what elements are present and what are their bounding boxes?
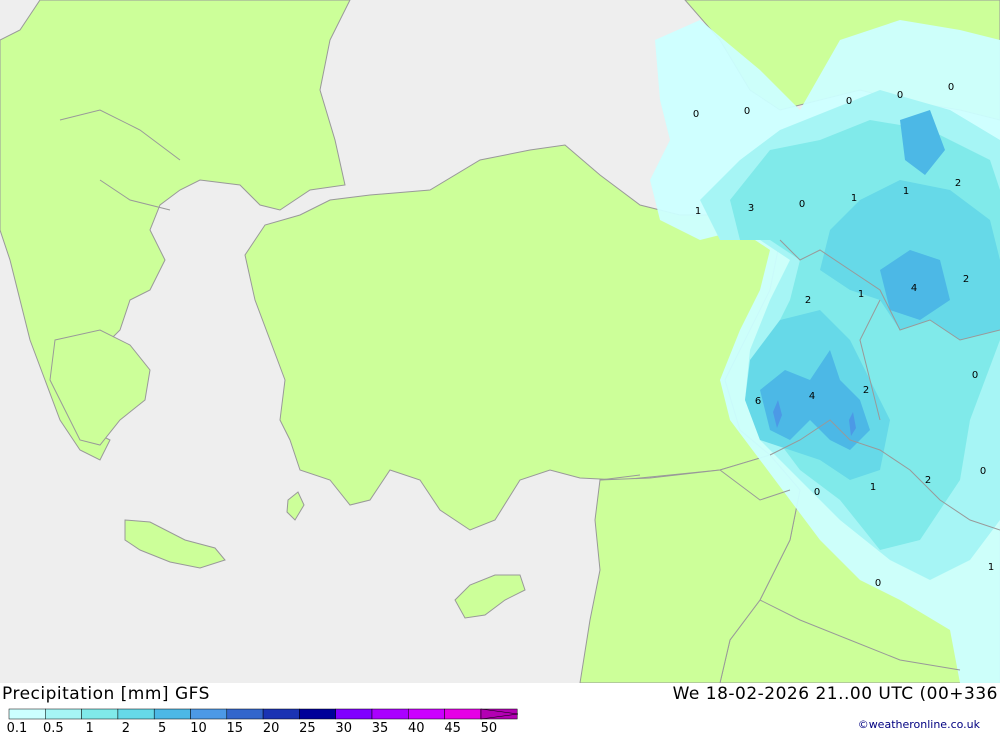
legend-label: 40: [408, 721, 425, 733]
precip-label: 1: [870, 482, 876, 493]
legend-label: 45: [444, 721, 461, 733]
legend-swatch: [190, 708, 228, 720]
precip-label: 4: [809, 391, 815, 402]
precip-label: 0: [875, 578, 881, 589]
legend-label: 0.1: [7, 721, 28, 733]
precip-label: 2: [955, 178, 961, 189]
precip-label: 0: [814, 487, 820, 498]
precip-label: 0: [693, 109, 699, 120]
precip-label: 1: [988, 562, 994, 573]
precip-label: 1: [903, 186, 909, 197]
precip-label: 0: [799, 199, 805, 210]
map-title: Precipitation [mm] GFS: [2, 684, 210, 704]
credit-link[interactable]: ©weatheronline.co.uk: [858, 718, 980, 731]
legend-labels: 0.1 0.5 1 2 5 10 15 20 25 30 35 40 45 50: [7, 721, 498, 733]
precip-label: 2: [805, 295, 811, 306]
valid-time: We 18-02-2026 21..00 UTC (00+336: [672, 684, 998, 704]
legend-swatch: [262, 708, 300, 720]
legend-swatch: [45, 708, 82, 720]
legend-swatch: [335, 708, 373, 720]
precip-label: 0: [972, 370, 978, 381]
precip-label: 3: [748, 203, 754, 214]
legend-swatch: [226, 708, 264, 720]
legend-label: 2: [122, 721, 130, 733]
precip-label: 1: [851, 193, 857, 204]
legend-label: 5: [158, 721, 166, 733]
legend-swatch: [299, 708, 336, 720]
legend-swatch: [408, 708, 445, 720]
legend-label: 15: [227, 721, 244, 733]
precip-label: 0: [980, 466, 986, 477]
precip-label: 0: [744, 106, 750, 117]
legend-label: 30: [335, 721, 352, 733]
legend-swatch: [8, 708, 46, 720]
precip-label: 2: [925, 475, 931, 486]
precipitation-legend: 0.1 0.5 1 2 5 10 15 20 25 30 35 40 45 50: [7, 708, 519, 733]
legend-label: 20: [263, 721, 280, 733]
precip-label: 0: [948, 82, 954, 93]
precip-label: 0: [846, 96, 852, 107]
precip-label: 4: [911, 283, 917, 294]
precipitation-map: 0 0 0 0 0 1 3 0 1 1 2 2 1 4 2 6 4 2 0 0 …: [0, 0, 1000, 683]
legend-label: 10: [190, 721, 207, 733]
legend-swatch: [81, 708, 119, 720]
legend-swatch: [371, 708, 409, 720]
legend-label: 35: [372, 721, 389, 733]
legend-swatch: [444, 708, 482, 720]
legend-label: 25: [299, 721, 316, 733]
legend-swatch: [117, 708, 155, 720]
precip-label: 2: [863, 385, 869, 396]
legend-label: 0.5: [43, 721, 64, 733]
precip-label: 1: [858, 289, 864, 300]
legend-label: 1: [85, 721, 93, 733]
precip-label: 1: [695, 206, 701, 217]
legend-label: 50: [481, 721, 498, 733]
precip-label: 6: [755, 396, 761, 407]
precip-label: 2: [963, 274, 969, 285]
legend-swatches: [8, 708, 518, 720]
legend-swatch: [153, 708, 191, 720]
precip-label: 0: [897, 90, 903, 101]
